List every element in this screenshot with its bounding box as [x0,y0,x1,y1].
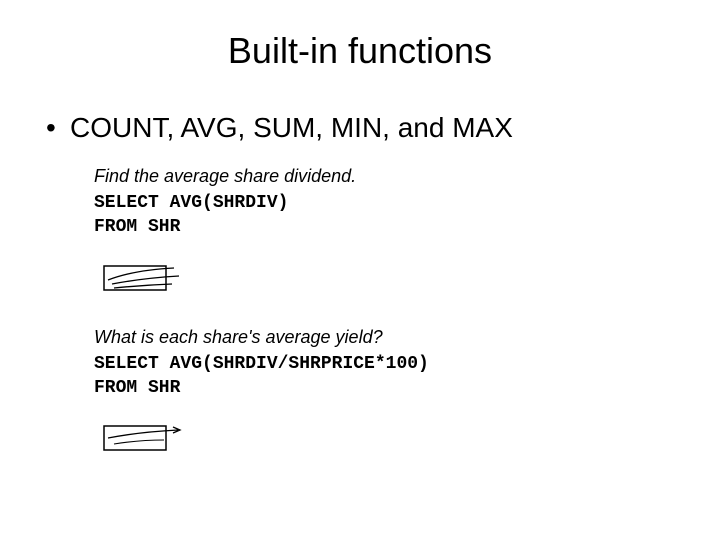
example-2-code-line1: SELECT AVG(SHRDIV/SHRPRICE*100) [94,352,680,376]
bullet-item: • COUNT, AVG, SUM, MIN, and MAX [40,112,680,144]
example-1: Find the average share dividend. SELECT … [40,166,680,463]
example-1-prompt: Find the average share dividend. [94,166,680,187]
handwritten-scribble [94,258,680,303]
bullet-marker: • [46,114,70,142]
example-1-code-line2: FROM SHR [94,215,680,239]
example-1-code-line1: SELECT AVG(SHRDIV) [94,191,680,215]
handwritten-scribble-2 [94,418,680,463]
example-2-prompt: What is each share's average yield? [94,327,680,348]
slide-title: Built-in functions [40,30,680,72]
example-2-code-line2: FROM SHR [94,376,680,400]
bullet-text: COUNT, AVG, SUM, MIN, and MAX [70,112,513,144]
